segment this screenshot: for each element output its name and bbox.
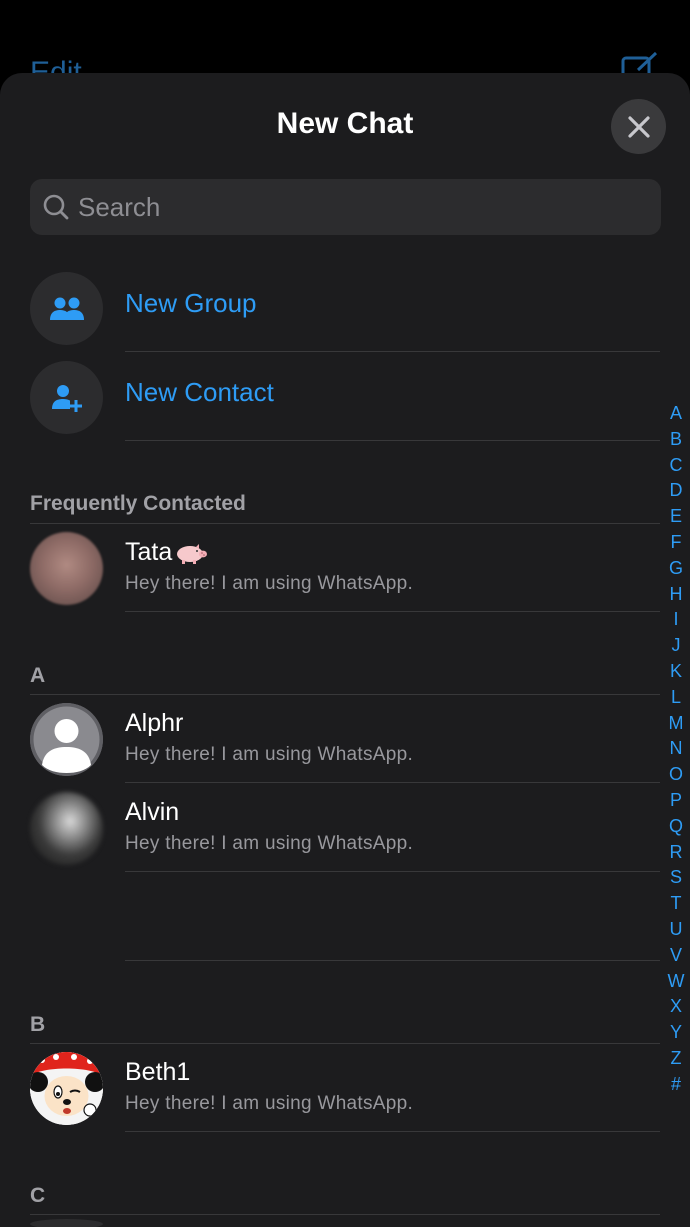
new-contact-avatar bbox=[30, 361, 103, 434]
contact-name: Alphr bbox=[125, 709, 184, 737]
index-letter[interactable]: Y bbox=[664, 1020, 688, 1046]
contact-row-alvin[interactable]: Alvin Hey there! I am using WhatsApp. bbox=[0, 784, 660, 872]
avatar-alvin bbox=[30, 792, 103, 865]
index-letter[interactable]: T bbox=[664, 891, 688, 917]
contact-name: Tata bbox=[125, 538, 208, 567]
divider bbox=[125, 960, 660, 961]
group-icon bbox=[49, 297, 84, 320]
section-header-a: A bbox=[30, 664, 46, 687]
divider bbox=[125, 871, 660, 872]
new-group-row[interactable]: New Group bbox=[0, 264, 690, 352]
default-person-icon bbox=[30, 703, 103, 776]
index-letter[interactable]: H bbox=[664, 582, 688, 608]
contact-status: Hey there! I am using WhatsApp. bbox=[125, 833, 414, 854]
contact-name: Alvin bbox=[125, 798, 180, 826]
index-letter[interactable]: F bbox=[664, 530, 688, 556]
index-letter[interactable]: G bbox=[664, 556, 688, 582]
divider bbox=[125, 1131, 660, 1132]
new-chat-sheet: New Chat New Group bbox=[0, 73, 690, 1227]
add-contact-icon bbox=[51, 384, 82, 412]
divider bbox=[125, 351, 660, 352]
contact-row-beth1[interactable]: Beth1 Hey there! I am using WhatsApp. bbox=[0, 1044, 660, 1132]
contact-name: Beth1 bbox=[125, 1058, 191, 1086]
index-letter[interactable]: N bbox=[664, 736, 688, 762]
divider bbox=[125, 611, 660, 612]
index-letter[interactable]: I bbox=[664, 607, 688, 633]
new-contact-row[interactable]: New Contact bbox=[0, 353, 690, 441]
divider bbox=[125, 440, 660, 441]
index-letter[interactable]: R bbox=[664, 840, 688, 866]
contact-row-tata[interactable]: Tata Hey there! I am using WhatsApp. bbox=[0, 524, 660, 612]
contact-status: Hey there! I am using WhatsApp. bbox=[125, 573, 414, 594]
avatar-alphr bbox=[30, 703, 103, 776]
index-letter[interactable]: E bbox=[664, 504, 688, 530]
cartoon-mouse-photo bbox=[30, 1052, 103, 1125]
sheet-title: New Chat bbox=[276, 107, 414, 140]
index-letter[interactable]: C bbox=[664, 453, 688, 479]
contact-row-alphr[interactable]: Alphr Hey there! I am using WhatsApp. bbox=[0, 695, 660, 783]
contact-status: Hey there! I am using WhatsApp. bbox=[125, 1093, 414, 1114]
search-bar[interactable] bbox=[30, 179, 661, 235]
index-letter[interactable]: Q bbox=[664, 814, 688, 840]
index-letter[interactable]: J bbox=[664, 633, 688, 659]
index-letter[interactable]: # bbox=[664, 1072, 688, 1098]
section-header-frequent: Frequently Contacted bbox=[30, 492, 246, 515]
index-letter[interactable]: P bbox=[664, 788, 688, 814]
index-letter[interactable]: U bbox=[664, 917, 688, 943]
index-letter[interactable]: B bbox=[664, 427, 688, 453]
new-group-avatar bbox=[30, 272, 103, 345]
alphabet-index[interactable]: A B C D E F G H I J K L M N O P Q R S T U V W X Y Z # bbox=[664, 401, 688, 1098]
index-letter[interactable]: V bbox=[664, 943, 688, 969]
index-letter[interactable]: M bbox=[664, 711, 688, 737]
avatar-partial bbox=[30, 1219, 103, 1227]
index-letter[interactable]: K bbox=[664, 659, 688, 685]
index-letter[interactable]: Z bbox=[664, 1046, 688, 1072]
section-header-b: B bbox=[30, 1013, 46, 1036]
index-letter[interactable]: A bbox=[664, 401, 688, 427]
close-icon bbox=[627, 115, 650, 138]
new-contact-label: New Contact bbox=[125, 377, 274, 407]
section-header-c: C bbox=[30, 1184, 46, 1207]
close-button[interactable] bbox=[611, 99, 666, 154]
section-divider bbox=[30, 1214, 660, 1215]
index-letter[interactable]: D bbox=[664, 478, 688, 504]
index-letter[interactable]: X bbox=[664, 994, 688, 1020]
index-letter[interactable]: L bbox=[664, 685, 688, 711]
contact-status: Hey there! I am using WhatsApp. bbox=[125, 744, 414, 765]
new-group-label: New Group bbox=[125, 288, 257, 318]
index-letter[interactable]: S bbox=[664, 865, 688, 891]
search-input[interactable] bbox=[78, 179, 638, 235]
index-letter[interactable]: O bbox=[664, 762, 688, 788]
pig-icon bbox=[177, 544, 208, 565]
avatar-tata bbox=[30, 532, 103, 605]
avatar-beth1 bbox=[30, 1052, 103, 1125]
search-icon bbox=[43, 194, 69, 220]
index-letter[interactable]: W bbox=[664, 969, 688, 995]
divider bbox=[125, 782, 660, 783]
